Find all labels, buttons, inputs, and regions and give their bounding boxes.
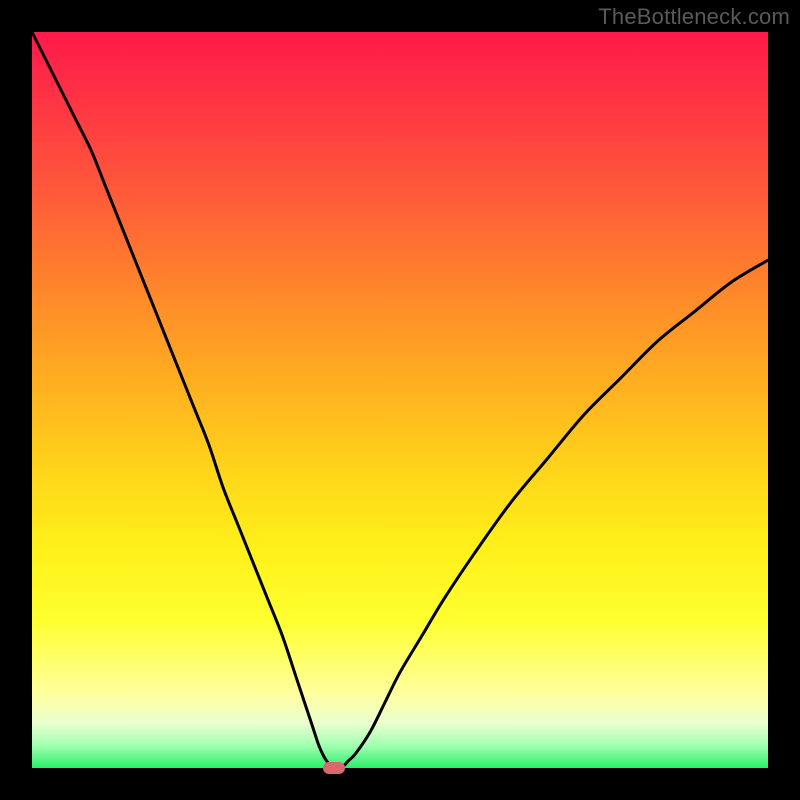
plot-area [32,32,768,768]
chart-frame: TheBottleneck.com [0,0,800,800]
watermark-text: TheBottleneck.com [598,4,790,30]
optimum-marker [323,762,345,774]
bottleneck-curve [32,32,768,768]
